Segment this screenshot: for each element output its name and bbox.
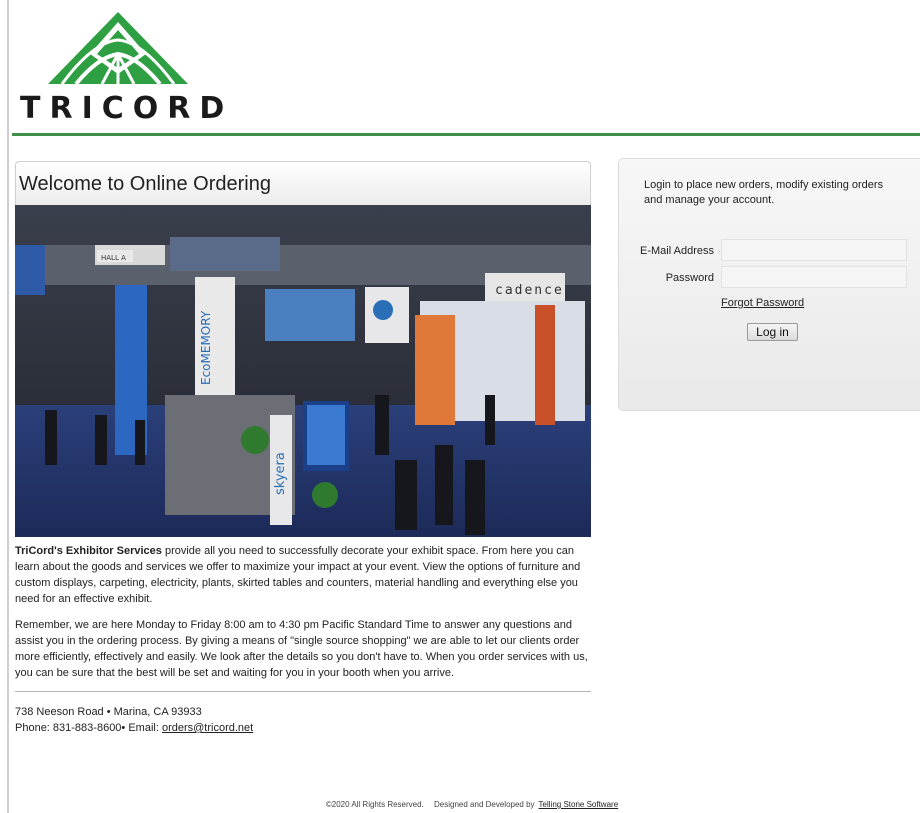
- login-intro: Login to place new orders, modify existi…: [644, 179, 884, 206]
- copyright-text: ©2020 All Rights Reserved.: [325, 800, 424, 809]
- intro-paragraph: TriCord's Exhibitor Services provide all…: [15, 543, 591, 607]
- hours-paragraph: Remember, we are here Monday to Friday 8…: [15, 619, 588, 679]
- site-footer: ©2020 All Rights Reserved. Designed and …: [0, 800, 920, 809]
- hero-image: cadence EcoMEMORY skyera HALL A: [15, 205, 591, 537]
- site-header: TRICORD: [0, 0, 920, 137]
- header-divider: [12, 133, 920, 136]
- address-line: 738 Neeson Road • Marina, CA 93933: [15, 706, 202, 718]
- login-button[interactable]: Log in: [747, 323, 798, 341]
- email-field[interactable]: [721, 239, 907, 261]
- login-panel: Login to place new orders, modify existi…: [618, 158, 920, 411]
- content-divider: [15, 691, 591, 692]
- tricord-logo-mark-icon: [48, 12, 188, 86]
- brand-name: TRICORD: [20, 91, 234, 126]
- password-label: Password: [665, 272, 714, 284]
- designed-by-text: Designed and Developed by: [434, 800, 535, 809]
- email-label: E-Mail Address: [640, 245, 714, 257]
- contact-info: 738 Neeson Road • Marina, CA 93933 Phone…: [15, 704, 591, 736]
- phone-text: Phone: 831-883-8600• Email:: [15, 722, 162, 734]
- hero-sign-hall: HALL A: [101, 254, 126, 262]
- trade-show-photo: cadence EcoMEMORY skyera HALL A: [15, 205, 591, 537]
- forgot-password-link[interactable]: Forgot Password: [721, 297, 804, 309]
- hero-sign-cadence: cadence: [495, 283, 564, 298]
- password-field[interactable]: [721, 266, 907, 288]
- intro-bold-text: TriCord's Exhibitor Services: [15, 545, 162, 557]
- developer-link[interactable]: Telling Stone Software: [539, 800, 619, 809]
- phone-email-line: Phone: 831-883-8600• Email: orders@trico…: [15, 720, 591, 736]
- main-content: Welcome to Online Ordering cadence EcoME…: [15, 161, 591, 736]
- email-link[interactable]: orders@tricord.net: [162, 722, 253, 734]
- hero-sign-skyera: skyera: [273, 452, 288, 495]
- hero-sign-ecomemory: EcoMEMORY: [199, 310, 213, 385]
- page-title: Welcome to Online Ordering: [19, 173, 271, 195]
- welcome-header: Welcome to Online Ordering: [15, 161, 591, 205]
